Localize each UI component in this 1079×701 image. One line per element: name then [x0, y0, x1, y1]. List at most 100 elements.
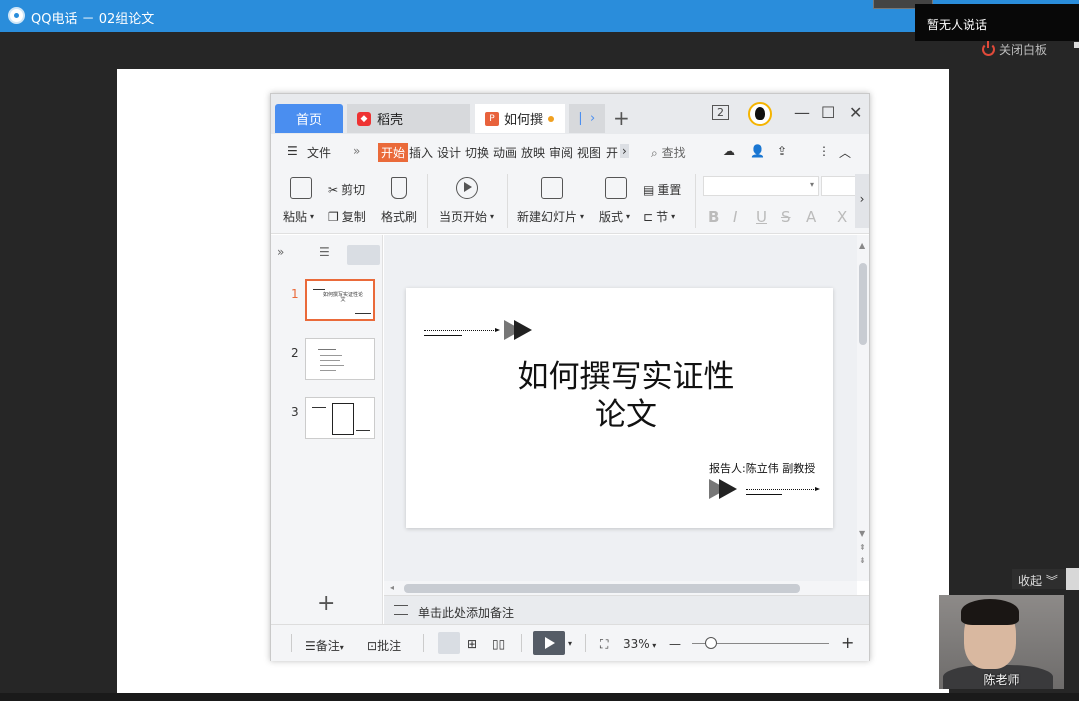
menu-insert[interactable]: 插入 — [409, 144, 433, 161]
menu-scroll-icon[interactable]: › — [620, 144, 629, 158]
teacher-video-tile[interactable]: 陈老师 — [939, 595, 1064, 689]
menu-design[interactable]: 设计 — [437, 144, 461, 161]
scroll-down-icon[interactable]: ▼ — [859, 529, 865, 538]
slide-thumbnail-2[interactable] — [305, 338, 375, 380]
mini-box — [332, 403, 354, 435]
more-options-icon[interactable]: ⋮ — [818, 144, 830, 158]
minimize-icon[interactable]: — — [794, 103, 810, 122]
menu-file[interactable]: 文件 — [307, 144, 331, 161]
dropdown-icon: ▾ — [809, 180, 814, 189]
notes-placeholder[interactable]: 单击此处添加备注 — [418, 604, 514, 621]
scrollbar-stub[interactable] — [1074, 42, 1079, 48]
slide-sorter-icon[interactable]: ⊞ — [467, 637, 477, 651]
menu-animation[interactable]: 动画 — [493, 144, 517, 161]
font-color-icon[interactable]: A — [806, 208, 816, 226]
notes-bar[interactable]: 单击此处添加备注 — [384, 595, 869, 624]
paste-icon[interactable] — [290, 177, 312, 199]
new-slide-button[interactable]: 新建幻灯片 ▾ — [517, 208, 584, 225]
tab-document[interactable]: P 如何撰 — [475, 104, 565, 133]
collapse-ribbon-icon[interactable]: ︿ — [839, 144, 851, 161]
vertical-scrollbar[interactable]: ▲ ▼ ⇞ ⇟ — [857, 235, 869, 581]
vertical-scroll-thumb[interactable] — [859, 263, 867, 345]
scroll-left-icon[interactable]: ◂ — [390, 583, 394, 592]
close-whiteboard-button[interactable]: 关闭白板 — [982, 41, 1047, 58]
format-painter-button[interactable]: 格式刷 — [381, 208, 417, 225]
menu-start[interactable]: 开始 — [378, 143, 409, 162]
prev-slide-icon[interactable]: ⇞ — [859, 543, 866, 552]
add-tab-icon[interactable]: + — [613, 106, 630, 130]
play-from-current-button[interactable]: 当页开始 ▾ — [439, 208, 494, 225]
tab-scroll-right[interactable]: ❘ › — [569, 104, 605, 133]
menu-view[interactable]: 视图 — [577, 144, 601, 161]
paste-label: 粘贴 — [283, 210, 308, 224]
slide-thumbnail-1[interactable]: 如何撰写实证性论文 — [305, 279, 375, 321]
expand-pane-icon[interactable]: » — [277, 245, 284, 259]
zoom-out-icon[interactable]: — — [669, 637, 681, 651]
bold-icon[interactable]: B — [708, 208, 719, 226]
new-slide-icon[interactable] — [541, 177, 563, 199]
window-count-badge[interactable]: 2 — [712, 105, 729, 120]
thumbnail-view-icon[interactable] — [347, 245, 380, 265]
status-separator — [291, 634, 292, 652]
menu-more[interactable]: 开 — [606, 144, 618, 161]
play-from-current-icon[interactable] — [456, 177, 478, 199]
collapse-button[interactable]: 收起 ︾ — [1012, 569, 1066, 589]
next-slide-icon[interactable]: ⇟ — [859, 556, 866, 565]
share-user-icon[interactable]: 👤 — [750, 144, 765, 158]
outline-view-icon[interactable]: ☰ — [319, 245, 330, 259]
hamburger-icon[interactable]: ☰ — [287, 144, 298, 158]
paste-button[interactable]: 粘贴 ▾ — [283, 208, 314, 225]
menu-review[interactable]: 审阅 — [549, 144, 573, 161]
ribbon-separator — [507, 174, 508, 228]
strikethrough-icon[interactable]: S — [781, 208, 791, 226]
ribbon-scroll-right-icon[interactable]: › — [855, 174, 869, 228]
side-scroll-handle[interactable] — [1066, 568, 1079, 590]
add-slide-icon[interactable]: + — [317, 591, 335, 616]
horizontal-scrollbar[interactable]: ◂ — [384, 581, 857, 595]
slide-thumbnail-3[interactable] — [305, 397, 375, 439]
triangle-icon — [719, 479, 737, 499]
section-button[interactable]: ⊏ 节 ▾ — [643, 208, 675, 225]
dropdown-icon[interactable]: ▾ — [568, 639, 572, 648]
scroll-up-icon[interactable]: ▲ — [859, 241, 865, 250]
export-icon[interactable]: ⇪ — [777, 144, 787, 158]
notes-toggle[interactable]: ☰备注▾ — [305, 637, 344, 654]
comment-toggle[interactable]: ⊡批注 — [367, 637, 401, 654]
tab-home[interactable]: 首页 — [275, 104, 343, 133]
mini-arrow — [355, 313, 371, 314]
menu-transition[interactable]: 切换 — [465, 144, 489, 161]
reset-button[interactable]: ▤ 重置 — [643, 181, 681, 198]
triangle-icon — [514, 320, 532, 340]
zoom-level[interactable]: 33% ▾ — [623, 637, 656, 651]
current-slide[interactable]: 如何撰写实证性 论文 报告人:陈立伟 副教授 — [406, 288, 833, 528]
format-painter-icon[interactable] — [391, 177, 407, 199]
italic-icon[interactable]: I — [733, 208, 737, 226]
normal-view-icon[interactable] — [438, 632, 460, 654]
maximize-icon[interactable]: ☐ — [821, 103, 835, 122]
search-box[interactable]: ⌕ 查找 — [651, 144, 686, 161]
zoom-slider-handle[interactable] — [705, 637, 717, 649]
underline-decoration — [424, 335, 462, 336]
menu-slideshow[interactable]: 放映 — [521, 144, 545, 161]
slide-reporter[interactable]: 报告人:陈立伟 副教授 — [709, 460, 815, 476]
zoom-in-icon[interactable]: + — [841, 633, 854, 652]
cloud-icon[interactable]: ☁ — [723, 144, 735, 158]
notes-icon — [394, 605, 408, 615]
user-avatar[interactable] — [748, 102, 772, 126]
slide-title[interactable]: 如何撰写实证性 论文 — [486, 358, 766, 434]
cut-button[interactable]: ✂ 剪切 — [328, 181, 365, 198]
tab-daoke[interactable]: ◆ 稻壳 — [347, 104, 470, 133]
fit-window-icon[interactable]: ⛶ — [600, 637, 608, 652]
reading-view-icon[interactable]: ▯▯ — [492, 637, 505, 651]
slideshow-play-button[interactable] — [533, 631, 565, 655]
horizontal-scroll-thumb[interactable] — [404, 584, 800, 593]
font-name-select[interactable]: ▾ — [703, 176, 819, 196]
underline-icon[interactable]: U — [756, 208, 767, 226]
layout-button[interactable]: 版式 ▾ — [599, 208, 630, 225]
dropdown-icon: ▾ — [671, 212, 676, 221]
close-icon[interactable]: ✕ — [849, 103, 862, 122]
copy-button[interactable]: ❐ 复制 — [328, 208, 366, 225]
layout-icon[interactable] — [605, 177, 627, 199]
superscript-icon[interactable]: X — [837, 208, 847, 226]
double-chevron-icon[interactable]: » — [353, 144, 360, 158]
